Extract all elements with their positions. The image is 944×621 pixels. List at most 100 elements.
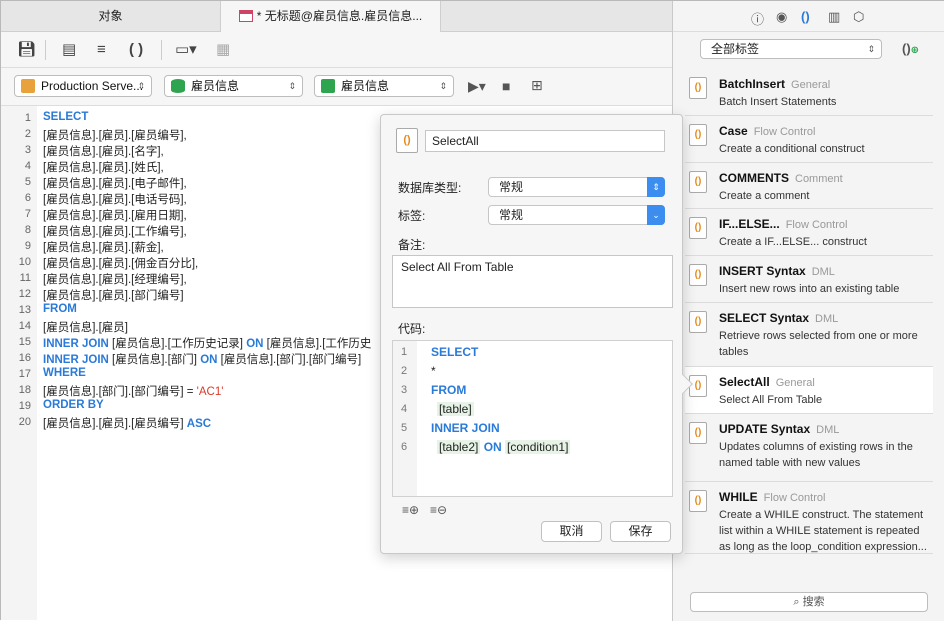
snippet-item[interactable]: () SelectAll General Select All From Table — [685, 367, 933, 414]
columns-icon[interactable]: ▥ — [828, 9, 840, 25]
code-token: ASC — [186, 418, 212, 430]
snippet-item[interactable]: () INSERT Syntax DML Insert new rows into a… — [685, 256, 933, 303]
code-line: [雇员信息].[雇员].[姓氏], — [43, 159, 164, 175]
code-token: [雇员信息].[雇员].[工作编号], — [43, 226, 187, 238]
hexagon-icon[interactable]: ⬡ — [853, 9, 864, 25]
cancel-label: 取消 — [559, 524, 584, 538]
eye-icon[interactable]: ◉ — [776, 9, 787, 25]
snippet-icon: () — [689, 124, 707, 146]
placeholder-token[interactable]: [table2] — [437, 440, 481, 454]
code-line: ORDER BY — [43, 399, 104, 411]
snippet-item[interactable]: () BatchInsert General Batch Insert Stateme… — [685, 69, 933, 116]
beautify-icon[interactable]: ≡ — [97, 41, 106, 59]
info-icon[interactable]: ⓘ — [751, 9, 764, 28]
snippet-title: IF...ELSE... — [719, 217, 780, 231]
tab-bar: 对象 * 无标题@雇员信息.雇员信息... — [1, 1, 672, 32]
code-line: [雇员信息].[雇员].[雇员编号], — [43, 127, 187, 143]
snippet-description: Create a conditional construct — [719, 143, 865, 155]
code-snippet-icon[interactable]: () — [801, 9, 810, 24]
code-line: INNER JOIN [雇员信息].[工作历史记录] ON [雇员信息].[工作… — [43, 335, 371, 351]
explain-icon[interactable]: ⊞ — [531, 76, 543, 94]
snippet-item[interactable]: () IF...ELSE... Flow Control Create a IF...… — [685, 209, 933, 256]
code-snippet-icon[interactable]: ( ) — [129, 41, 143, 59]
updown-icon: ⇕ — [137, 81, 145, 91]
query-builder-icon[interactable]: ▤ — [62, 41, 76, 59]
line-number: 3 — [401, 384, 408, 396]
db-type-select[interactable]: 常规 ⇕ — [488, 177, 665, 197]
placeholder-token[interactable]: [table] — [437, 402, 474, 416]
placeholder-token[interactable]: [condition1] — [505, 440, 571, 454]
snippet-name: SELECT Syntax DML — [719, 311, 838, 325]
line-number: 18 — [18, 384, 31, 396]
tag-select[interactable]: 常规 ⌄ — [488, 205, 665, 225]
export-icon[interactable]: ▦ — [216, 41, 230, 59]
snippet-tag: Flow Control — [753, 126, 816, 138]
code-line: SELECT — [43, 111, 88, 123]
document-icon[interactable]: ▭▾ — [175, 41, 197, 59]
code-line: [雇员信息].[雇员].[雇用日期], — [43, 207, 187, 223]
database-select[interactable]: 雇员信息 ⇕ — [164, 75, 303, 97]
snippet-item[interactable]: () WHILE Flow Control Create a WHILE constr… — [685, 482, 933, 554]
save-icon[interactable]: 💾︎ — [17, 41, 36, 59]
snippet-title: UPDATE Syntax — [719, 422, 811, 436]
code-line: [雇员信息].[雇员].[工作编号], — [43, 223, 187, 239]
snippet-description: Create a comment — [719, 190, 810, 202]
snippet-name-input[interactable]: SelectAll — [425, 130, 665, 152]
line-number: 15 — [18, 336, 31, 348]
snippet-icon: () — [689, 171, 707, 193]
line-number: 1 — [401, 346, 408, 358]
line-number: 3 — [24, 144, 31, 156]
snippet-code-editor[interactable]: 1 2 3 4 5 6 SELECT * FROM [table] INNER JOIN [tabl… — [392, 340, 673, 497]
line-number: 2 — [24, 128, 31, 140]
code-line: [雇员信息].[雇员] — [43, 319, 128, 335]
code-line: FROM — [43, 303, 77, 315]
snippet-description: Insert new rows into an existing table — [719, 283, 900, 295]
line-number-gutter: 1 2 3 4 5 6 — [393, 341, 417, 496]
panel-tabs: ⓘ ◉ () ▥ ⬡ — [673, 1, 944, 32]
tab-objects[interactable]: 对象 — [1, 1, 221, 32]
snippet-panel: ⓘ ◉ () ▥ ⬡ 全部标签 ⇕ ()⊕ () BatchInsert Gener… — [672, 1, 944, 621]
code-line: [雇员信息].[雇员].[雇员编号] ASC — [43, 415, 211, 431]
snippet-item[interactable]: () Case Flow Control Create a conditional c… — [685, 116, 933, 163]
code-token: [雇员信息].[雇员].[薪金], — [43, 242, 164, 254]
connection-value: Production Serve... — [41, 79, 144, 93]
stop-icon[interactable]: ■ — [502, 77, 510, 95]
remove-placeholder-icon[interactable]: ≡⊖ — [430, 503, 447, 517]
snippet-tag: Flow Control — [785, 219, 848, 231]
snippet-title: SELECT Syntax — [719, 311, 810, 325]
code-line: [table2] ON [condition1] — [437, 440, 571, 454]
add-placeholder-icon[interactable]: ≡⊕ — [402, 503, 419, 517]
run-icon[interactable]: ▶▾ — [468, 77, 486, 95]
snippet-tag: Flow Control — [763, 492, 826, 504]
note-textarea[interactable]: Select All From Table — [392, 255, 673, 308]
tab-query[interactable]: * 无标题@雇员信息.雇员信息... — [221, 1, 441, 32]
save-button[interactable]: 保存 — [610, 521, 671, 542]
schema-select[interactable]: 雇员信息 ⇕ — [314, 75, 454, 97]
search-field[interactable]: ⌕ 搜索 — [690, 592, 928, 612]
snippet-description: Batch Insert Statements — [719, 96, 837, 108]
snippet-title: COMMENTS — [719, 171, 789, 185]
snippet-item[interactable]: () SELECT Syntax DML Retrieve rows selected… — [685, 303, 933, 367]
snippet-description: Create a IF...ELSE... construct — [719, 236, 867, 248]
add-snippet-icon[interactable]: ()⊕ — [902, 41, 919, 56]
snippet-description: Create a WHILE construct. The statement … — [719, 509, 927, 553]
toolbar-divider — [161, 40, 162, 60]
tag-label: 标签: — [398, 209, 426, 223]
connection-select[interactable]: Production Serve... ⇕ — [14, 75, 152, 97]
selector-bar: Production Serve... ⇕ 雇员信息 ⇕ 雇员信息 ⇕ ▶▾ ■… — [1, 68, 672, 106]
snippet-tag: DML — [816, 424, 840, 436]
snippet-description: Updates columns of existing rows in the … — [719, 441, 913, 469]
line-number: 13 — [18, 304, 31, 316]
code-line: [雇员信息].[部门].[部门编号] = 'AC1' — [43, 383, 223, 399]
cancel-button[interactable]: 取消 — [541, 521, 602, 542]
code-line: WHERE — [43, 367, 86, 379]
snippet-icon: () — [689, 77, 707, 99]
code-line: INNER JOIN [雇员信息].[部门] ON [雇员信息].[部门].[部… — [43, 351, 361, 367]
snippet-icon: () — [689, 375, 707, 397]
snippet-item[interactable]: () COMMENTS Comment Create a comment — [685, 163, 933, 209]
tag-value: 常规 — [499, 208, 524, 222]
line-number: 5 — [24, 176, 31, 188]
code-token: [雇员信息].[工作历史 — [263, 338, 372, 350]
tag-filter-select[interactable]: 全部标签 ⇕ — [700, 39, 882, 59]
snippet-item[interactable]: () UPDATE Syntax DML Updates columns of exi… — [685, 414, 933, 482]
